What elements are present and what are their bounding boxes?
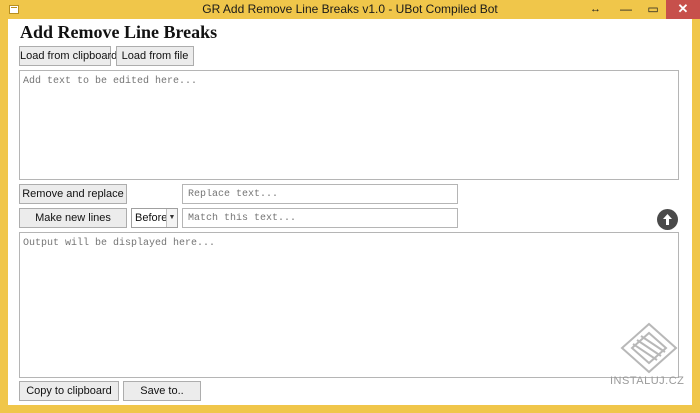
resize-arrows-icon: ↔ xyxy=(590,3,601,15)
position-select-value: Before xyxy=(135,212,168,224)
close-button[interactable]: ✕ xyxy=(666,0,700,19)
input-textarea[interactable] xyxy=(19,70,679,180)
match-text-input[interactable] xyxy=(182,208,458,228)
arrow-up-circle-icon[interactable] xyxy=(657,209,678,230)
load-from-clipboard-button[interactable]: Load from clipboard xyxy=(19,46,117,66)
replace-text-input[interactable] xyxy=(182,184,458,204)
maximize-button[interactable]: ▭ xyxy=(640,0,666,19)
make-new-lines-button[interactable]: Make new lines xyxy=(19,208,127,228)
remove-and-replace-button[interactable]: Remove and replace xyxy=(19,184,127,204)
position-select[interactable]: Before ▼ xyxy=(131,208,178,228)
copy-to-clipboard-button[interactable]: Copy to clipboard xyxy=(19,381,119,401)
load-from-file-button[interactable]: Load from file xyxy=(116,46,194,66)
window-title: GR Add Remove Line Breaks v1.0 - UBot Co… xyxy=(202,2,498,16)
watermark-text: INSTALUJ.CZ xyxy=(610,375,685,387)
watermark-logo-icon xyxy=(620,322,678,374)
output-textarea[interactable] xyxy=(19,232,679,378)
save-to-button[interactable]: Save to.. xyxy=(123,381,201,401)
app-content: Add Remove Line Breaks Load from clipboa… xyxy=(8,19,692,405)
app-window-icon xyxy=(9,5,19,14)
window-titlebar[interactable]: GR Add Remove Line Breaks v1.0 - UBot Co… xyxy=(0,0,700,19)
chevron-down-icon[interactable]: ▼ xyxy=(166,209,177,227)
minimize-button[interactable]: — xyxy=(612,0,640,19)
page-title: Add Remove Line Breaks xyxy=(20,22,218,42)
